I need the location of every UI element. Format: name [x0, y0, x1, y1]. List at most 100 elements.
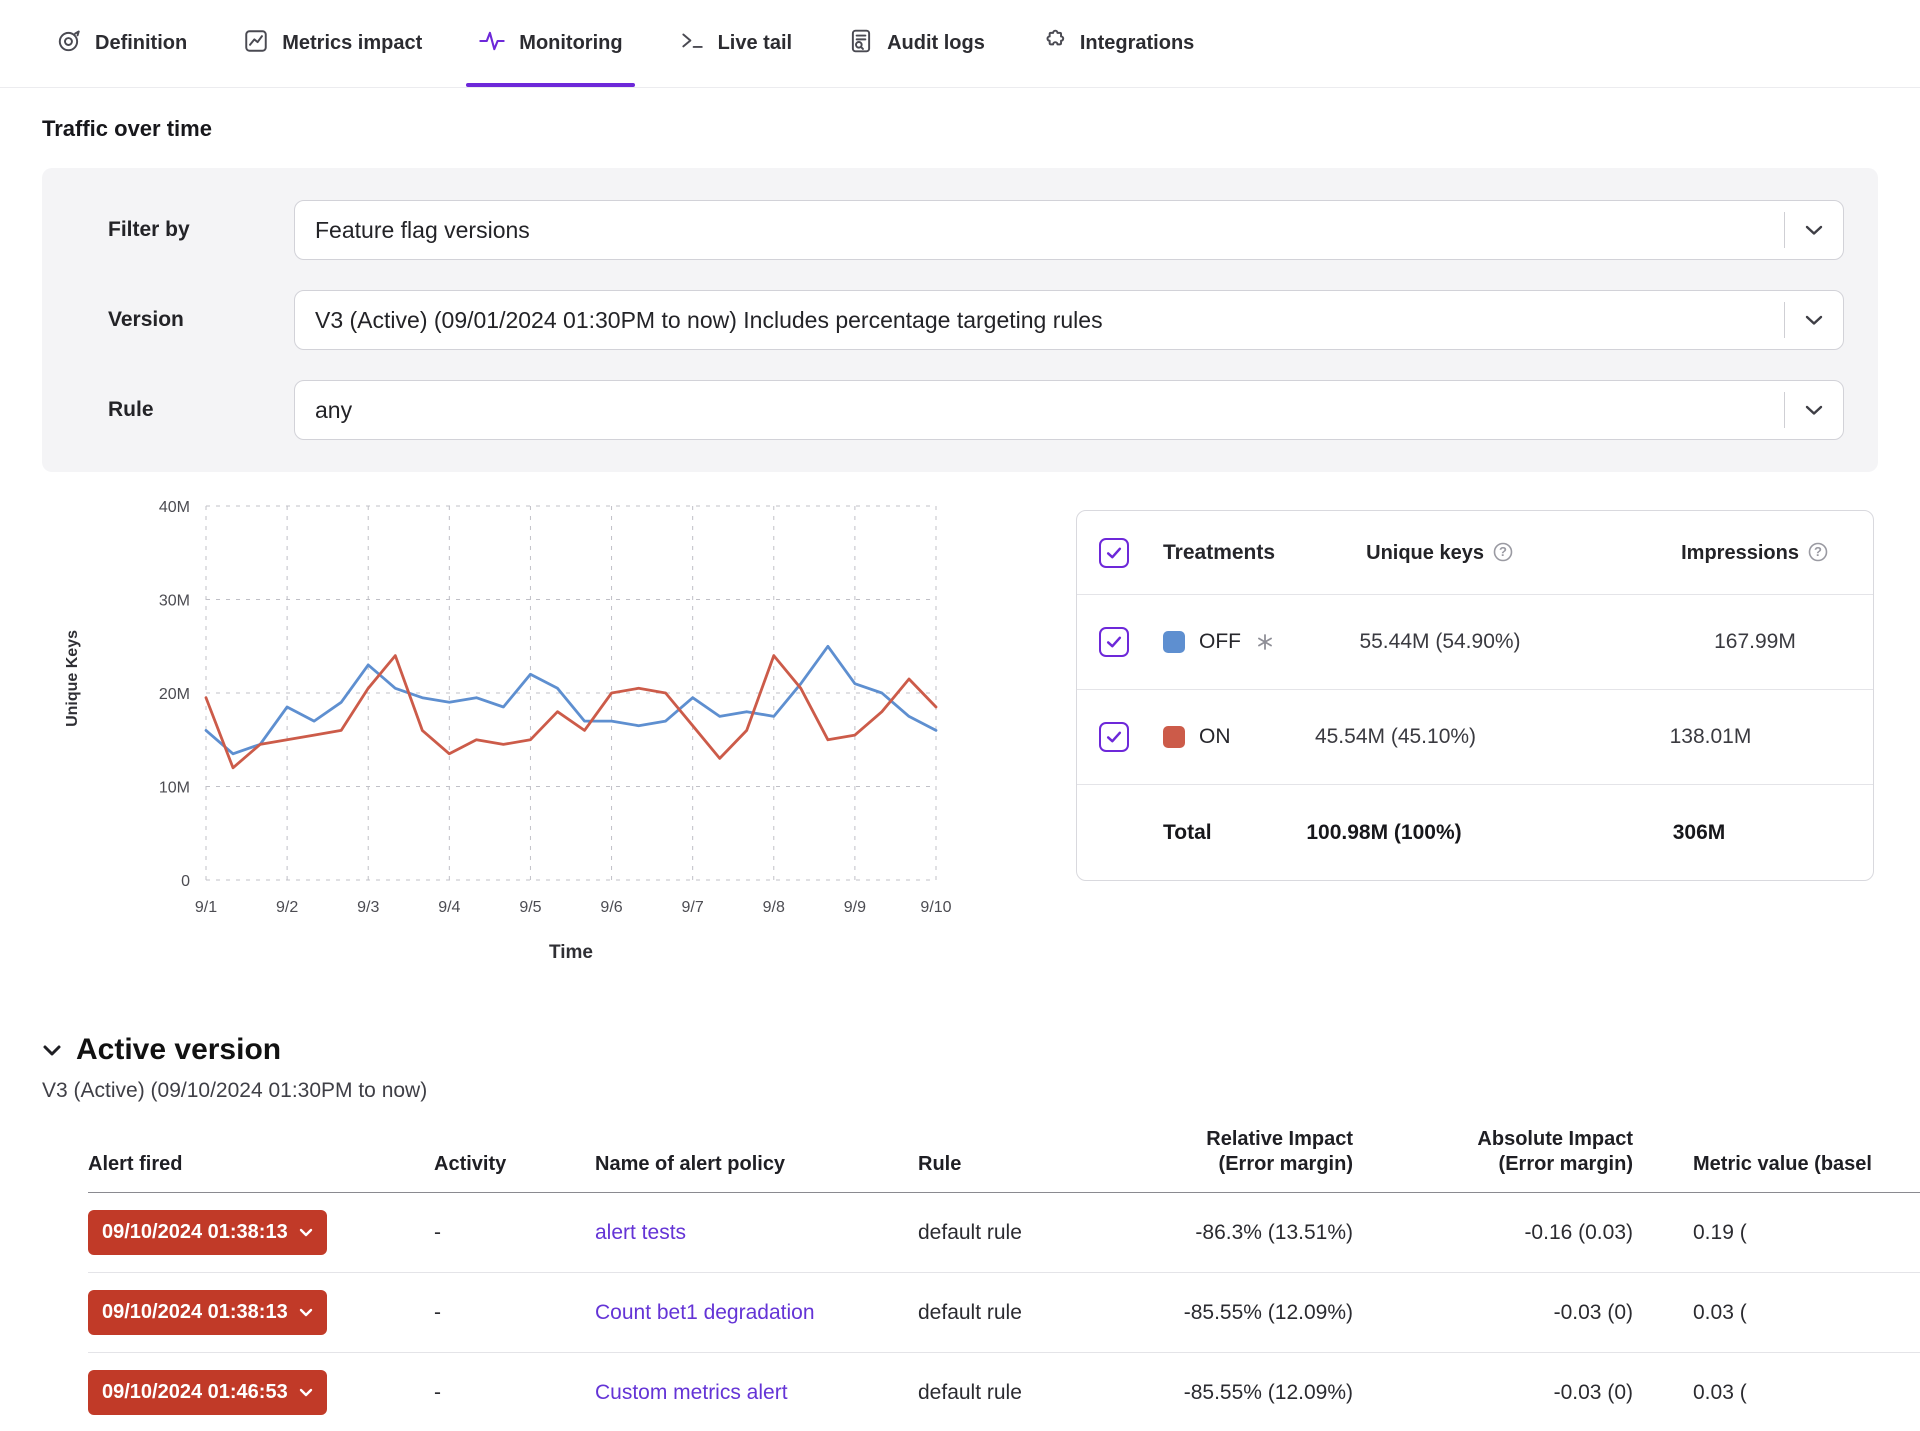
- unique-keys-value: 55.44M (54.90%): [1275, 630, 1605, 654]
- col-alert-fired: Alert fired: [88, 1127, 434, 1193]
- version-value: V3 (Active) (09/01/2024 01:30PM to now) …: [315, 307, 1103, 334]
- svg-text:9/7: 9/7: [682, 899, 704, 916]
- filter-by-value: Feature flag versions: [315, 217, 530, 244]
- alert-policy-link[interactable]: Custom metrics alert: [595, 1381, 788, 1404]
- metric-value-cell: 0.03 (: [1633, 1273, 1920, 1353]
- absolute-impact-cell: -0.03 (0): [1353, 1273, 1633, 1353]
- puzzle-icon: [1041, 28, 1067, 60]
- treatments-total-row: Total 100.98M (100%) 306M: [1077, 785, 1873, 880]
- alerts-header-row: Alert fired Activity Name of alert polic…: [88, 1127, 1920, 1193]
- tab-bar: Definition Metrics impact Monitoring Liv…: [0, 0, 1920, 88]
- col-activity: Activity: [434, 1127, 595, 1193]
- tab-label: Metrics impact: [282, 32, 422, 55]
- filter-panel: Filter by Feature flag versions Version …: [42, 168, 1878, 472]
- col-policy-name: Name of alert policy: [595, 1127, 918, 1193]
- version-label: Version: [108, 308, 294, 332]
- svg-text:10M: 10M: [159, 780, 190, 797]
- svg-text:20M: 20M: [159, 686, 190, 703]
- metric-value-cell: 0.03 (: [1633, 1353, 1920, 1431]
- tab-label: Audit logs: [887, 32, 985, 55]
- alert-fired-badge[interactable]: 09/10/2024 01:38:13: [88, 1210, 327, 1255]
- absolute-impact-cell: -0.16 (0.03): [1353, 1193, 1633, 1273]
- tab-metrics-impact[interactable]: Metrics impact: [243, 0, 422, 87]
- tab-live-tail[interactable]: Live tail: [679, 0, 792, 87]
- chevron-down-icon[interactable]: [1785, 201, 1843, 259]
- help-icon[interactable]: ?: [1492, 541, 1514, 563]
- active-version-section: Active version V3 (Active) (09/10/2024 0…: [42, 1033, 1920, 1103]
- filter-by-label: Filter by: [108, 218, 294, 242]
- rule-value: any: [315, 397, 352, 424]
- alert-row: 09/10/2024 01:38:13 - Count bet1 degrada…: [88, 1273, 1920, 1353]
- alert-fired-badge[interactable]: 09/10/2024 01:38:13: [88, 1290, 327, 1335]
- treatment-row-off: OFF 55.44M (54.90%) 167.99M: [1077, 595, 1873, 690]
- svg-text:40M: 40M: [159, 499, 190, 516]
- tab-monitoring[interactable]: Monitoring: [478, 0, 622, 87]
- total-unique-keys: 100.98M (100%): [1219, 821, 1549, 845]
- help-icon[interactable]: ?: [1807, 541, 1829, 563]
- definition-icon: [56, 28, 82, 60]
- absolute-impact-cell: -0.03 (0): [1353, 1353, 1633, 1431]
- rule-cell: default rule: [918, 1273, 1088, 1353]
- chevron-down-icon[interactable]: [1785, 291, 1843, 349]
- on-color-swatch: [1163, 726, 1185, 748]
- svg-text:9/8: 9/8: [763, 899, 785, 916]
- col-absolute-impact: Absolute Impact (Error margin): [1353, 1127, 1633, 1193]
- off-color-swatch: [1163, 631, 1185, 653]
- treatments-header-row: Treatments Unique keys? Impressions?: [1077, 511, 1873, 595]
- traffic-chart: Unique Keys 9/19/29/39/49/59/69/79/89/99…: [56, 490, 1056, 995]
- svg-text:?: ?: [1814, 544, 1822, 559]
- activity-cell: -: [434, 1193, 595, 1273]
- svg-text:0: 0: [181, 873, 190, 890]
- col-metric-value: Metric value (basel: [1633, 1127, 1920, 1193]
- treatment-name: ON: [1163, 725, 1231, 749]
- tab-integrations[interactable]: Integrations: [1041, 0, 1194, 87]
- active-version-title: Active version: [76, 1033, 281, 1067]
- select-all-checkbox[interactable]: [1099, 538, 1129, 568]
- filter-by-select[interactable]: Feature flag versions: [294, 200, 1844, 260]
- chevron-down-icon[interactable]: [1785, 381, 1843, 439]
- section-title-traffic-over-time: Traffic over time: [42, 116, 1920, 142]
- alert-row: 09/10/2024 01:38:13 - alert tests defaul…: [88, 1193, 1920, 1273]
- svg-text:9/4: 9/4: [438, 899, 460, 916]
- impressions-value: 167.99M: [1605, 630, 1874, 654]
- terminal-icon: [679, 28, 705, 60]
- tab-label: Integrations: [1080, 32, 1194, 55]
- rule-cell: default rule: [918, 1353, 1088, 1431]
- svg-text:9/6: 9/6: [600, 899, 622, 916]
- off-checkbox[interactable]: [1099, 627, 1129, 657]
- rule-select[interactable]: any: [294, 380, 1844, 440]
- filter-row-version: Version V3 (Active) (09/01/2024 01:30PM …: [76, 290, 1844, 350]
- version-select[interactable]: V3 (Active) (09/01/2024 01:30PM to now) …: [294, 290, 1844, 350]
- tab-audit-logs[interactable]: Audit logs: [848, 0, 985, 87]
- document-search-icon: [848, 28, 874, 60]
- svg-text:9/5: 9/5: [519, 899, 541, 916]
- alert-policy-link[interactable]: Count bet1 degradation: [595, 1301, 815, 1324]
- on-checkbox[interactable]: [1099, 722, 1129, 752]
- tab-label: Definition: [95, 32, 187, 55]
- svg-text:9/2: 9/2: [276, 899, 298, 916]
- chevron-down-icon: [42, 1044, 62, 1057]
- impressions-value: 138.01M: [1561, 725, 1861, 749]
- activity-cell: -: [434, 1353, 595, 1431]
- default-treatment-icon: [1255, 632, 1275, 652]
- svg-text:?: ?: [1499, 544, 1507, 559]
- active-version-subtitle: V3 (Active) (09/10/2024 01:30PM to now): [42, 1079, 1920, 1103]
- relative-impact-cell: -86.3% (13.51%): [1088, 1193, 1353, 1273]
- unique-keys-value: 45.54M (45.10%): [1231, 725, 1561, 749]
- chevron-down-icon: [299, 1308, 313, 1317]
- x-axis-label: Time: [549, 942, 593, 964]
- total-label: Total: [1163, 821, 1219, 845]
- col-relative-impact: Relative Impact (Error margin): [1088, 1127, 1353, 1193]
- tab-definition[interactable]: Definition: [56, 0, 187, 87]
- alert-policy-link[interactable]: alert tests: [595, 1221, 686, 1244]
- filter-row-filter-by: Filter by Feature flag versions: [76, 200, 1844, 260]
- svg-text:9/1: 9/1: [195, 899, 217, 916]
- col-rule: Rule: [918, 1127, 1088, 1193]
- alert-fired-badge[interactable]: 09/10/2024 01:46:53: [88, 1370, 327, 1415]
- rule-cell: default rule: [918, 1193, 1088, 1273]
- monitoring-pulse-icon: [478, 27, 506, 61]
- relative-impact-cell: -85.55% (12.09%): [1088, 1353, 1353, 1431]
- active-version-toggle[interactable]: Active version: [42, 1033, 1920, 1067]
- tab-label: Live tail: [718, 32, 792, 55]
- treatment-row-on: ON 45.54M (45.10%) 138.01M: [1077, 690, 1873, 785]
